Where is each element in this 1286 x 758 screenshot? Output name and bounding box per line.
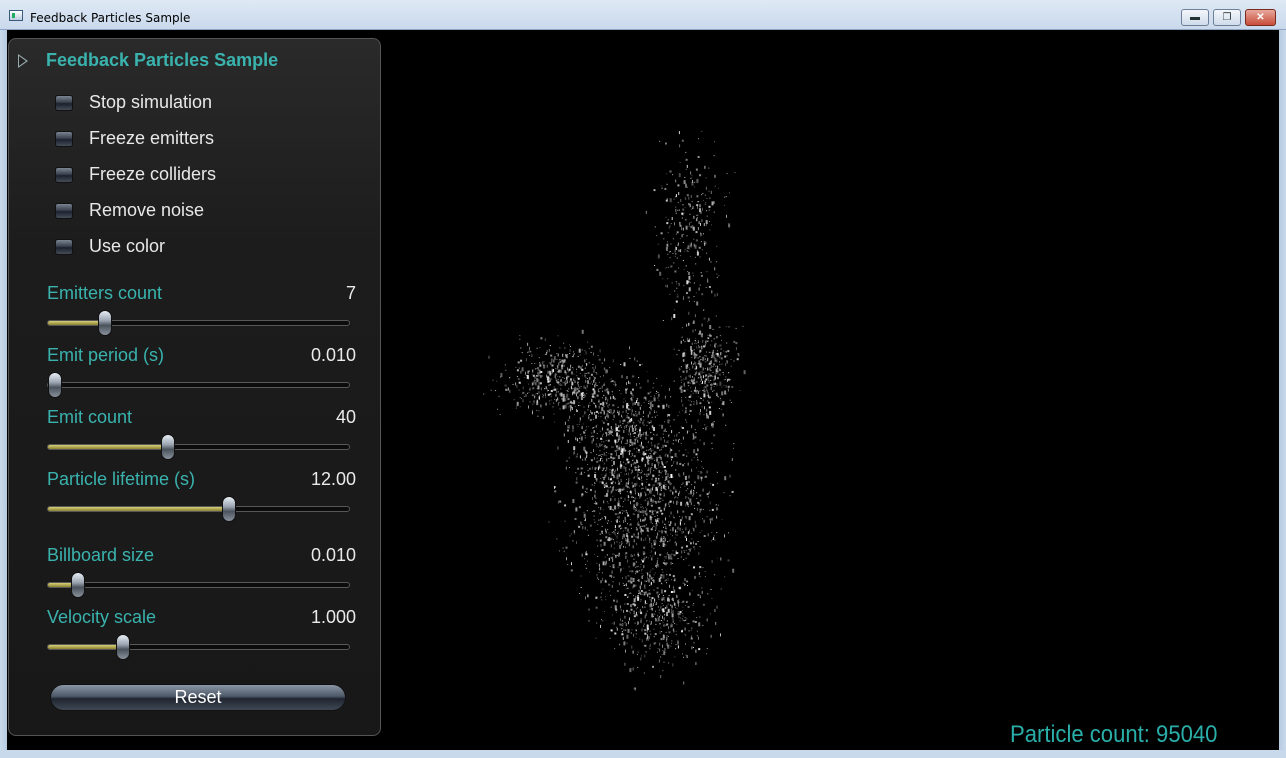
checkbox-box[interactable] [55, 239, 73, 255]
checkbox-label: Use color [89, 236, 166, 256]
checkbox-label: Freeze emitters [89, 128, 215, 148]
slider-velocity-scale[interactable] [47, 634, 350, 660]
window-titlebar[interactable]: Feedback Particles Sample ▬ ❐ ✕ [0, 0, 1286, 30]
checkbox-label: Remove noise [89, 200, 205, 220]
slider-value-particle-lifetime: 12.00 [310, 469, 356, 489]
slider-thumb[interactable] [116, 634, 131, 660]
maximize-button[interactable]: ❐ [1213, 9, 1241, 26]
slider-value-emit-count: 40 [335, 407, 356, 427]
slider-label-emitters-count: Emitters count [47, 283, 163, 303]
slider-label-particle-lifetime: Particle lifetime (s) [47, 469, 196, 489]
slider-fill [48, 321, 106, 325]
slider-label-billboard-size: Billboard size [47, 545, 155, 565]
slider-value-velocity-scale: 1.000 [310, 607, 356, 627]
slider-thumb[interactable] [221, 496, 236, 522]
window-title: Feedback Particles Sample [30, 11, 191, 25]
slider-value-emit-period: 0.010 [310, 345, 356, 365]
slider-value-billboard-size: 0.010 [310, 545, 356, 565]
slider-particle-lifetime[interactable] [47, 496, 350, 522]
slider-emit-count[interactable] [47, 434, 350, 460]
checkbox-box[interactable] [55, 95, 73, 111]
panel-title: Feedback Particles Sample [46, 50, 279, 70]
slider-label-emit-period: Emit period (s) [47, 345, 165, 365]
checkbox-box[interactable] [55, 203, 73, 219]
slider-fill [48, 445, 169, 449]
slider-thumb[interactable] [48, 372, 62, 398]
checkbox-label: Freeze colliders [89, 164, 217, 184]
checkbox-box[interactable] [55, 131, 73, 147]
slider-label-emit-count: Emit count [47, 407, 133, 427]
particle-count-label: Particle count: 95040 [1010, 721, 1218, 748]
slider-thumb[interactable] [71, 572, 86, 598]
slider-billboard-size[interactable] [47, 572, 350, 598]
slider-thumb[interactable] [98, 310, 113, 336]
close-button[interactable]: ✕ [1245, 9, 1276, 26]
window-frame-right [1279, 30, 1286, 758]
checkbox-box[interactable] [55, 167, 73, 183]
window-frame-left [0, 30, 7, 758]
slider-fill [48, 645, 124, 649]
collapse-arrow-icon[interactable] [18, 54, 28, 68]
app-icon [9, 10, 23, 21]
reset-button[interactable]: Reset [50, 684, 346, 711]
slider-value-emitters-count: 7 [345, 283, 356, 303]
slider-label-velocity-scale: Velocity scale [47, 607, 157, 627]
slider-emitters-count[interactable] [47, 310, 350, 336]
slider-thumb[interactable] [161, 434, 176, 460]
slider-fill [48, 507, 229, 511]
window-frame-bottom [0, 750, 1286, 758]
minimize-button[interactable]: ▬ [1181, 9, 1209, 26]
slider-emit-period[interactable] [47, 372, 350, 398]
checkbox-label: Stop simulation [89, 92, 213, 112]
